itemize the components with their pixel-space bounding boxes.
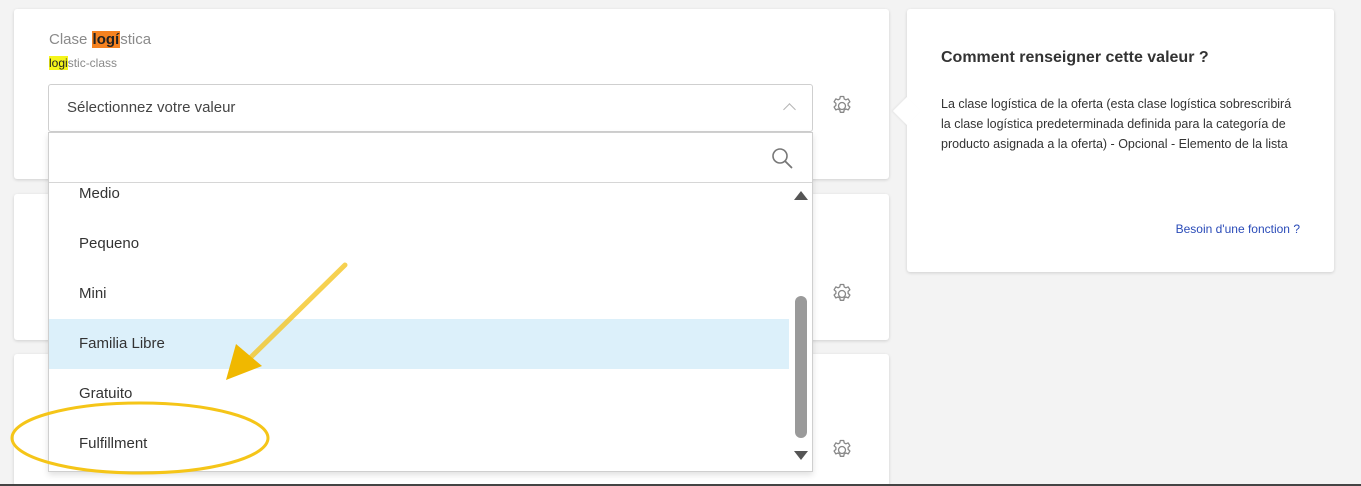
option-familia-libre[interactable]: Familia Libre [49,319,789,369]
search-highlight-code: logi [49,56,68,70]
help-description: La clase logística de la oferta (esta cl… [941,97,1292,151]
help-title: Comment renseigner cette valeur ? [941,49,1209,66]
help-function-link[interactable]: Besoin d'une fonction ? [1176,222,1300,236]
chevron-up-icon[interactable] [783,103,796,116]
field-title-suffix: stica [120,31,152,48]
gear-icon[interactable] [830,438,854,462]
dropdown-search-input[interactable] [49,133,749,182]
field-code: logistic-class [49,56,117,70]
scrollbar-thumb[interactable] [795,296,807,438]
dropdown-search [49,133,812,183]
dropdown-scrollbar[interactable] [790,183,812,471]
gear-icon[interactable] [830,282,854,306]
option-pequeno[interactable]: Pequeno [49,219,789,269]
option-mini[interactable]: Mini [49,269,789,319]
option-medio[interactable]: Medio [49,183,789,219]
help-panel-pointer [892,96,922,126]
scroll-down-arrow-icon[interactable] [794,451,808,460]
option-gratuito[interactable]: Gratuito [49,369,789,419]
scroll-up-arrow-icon[interactable] [794,191,808,200]
select-dropdown: Medio Pequeno Mini Familia Libre Gratuit… [48,132,813,472]
option-fulfillment[interactable]: Fulfillment [49,419,789,469]
field-code-suffix: stic-class [67,56,118,70]
option-list: Medio Pequeno Mini Familia Libre Gratuit… [49,183,789,471]
search-icon [772,148,793,169]
search-highlight: logí [91,31,121,48]
gear-icon[interactable] [830,94,854,118]
help-panel: Comment renseigner cette valeur ? La cla… [892,9,1334,272]
logistic-class-select[interactable]: Sélectionnez votre valeur [48,84,813,132]
field-title-prefix: Clase [49,31,92,48]
field-title: Clase logística [49,31,151,48]
select-placeholder: Sélectionnez votre valeur [67,99,236,116]
